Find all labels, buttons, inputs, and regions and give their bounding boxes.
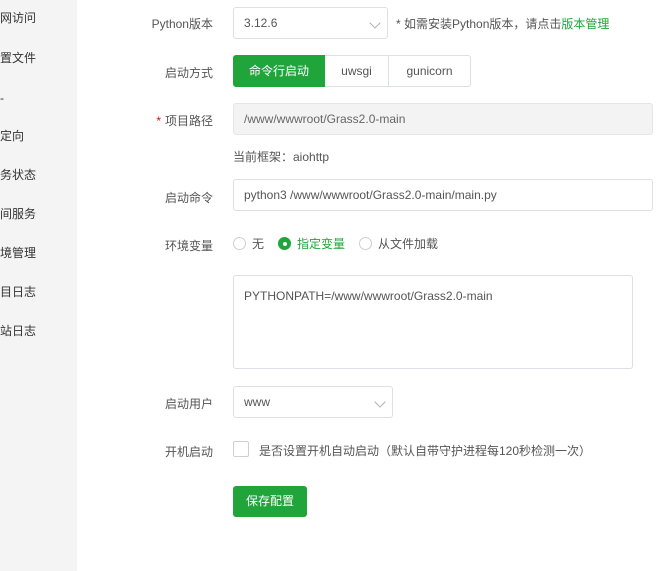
project-settings-panel: 网访问 置文件 - 定向 务状态 间服务 境管理 目日志 站日志 Python版…: [0, 0, 669, 571]
env-vars-radio-group: 无 指定变量 从文件加载: [233, 235, 452, 252]
env-none-radio[interactable]: 无: [233, 235, 264, 252]
version-management-link[interactable]: 版本管理: [561, 17, 609, 31]
radio-icon: [359, 237, 373, 250]
start-user-select[interactable]: www: [233, 386, 393, 418]
sidebar-item-services[interactable]: 间服务: [0, 204, 77, 224]
autostart-text: 是否设置开机自动启动（默认自带守护进程每120秒检测一次）: [259, 444, 592, 458]
start-user-value: www: [244, 395, 270, 409]
radio-checked-icon: [278, 237, 292, 250]
sidebar-item-site-log[interactable]: 站日志: [0, 321, 77, 341]
env-specified-label: 指定变量: [297, 237, 346, 251]
env-file-label: 从文件加载: [378, 237, 439, 251]
start-mode-group: 命令行启动 uwsgi gunicorn: [233, 55, 471, 87]
autostart-checkbox[interactable]: [233, 441, 249, 457]
start-mode-label: 启动方式: [164, 66, 213, 80]
sidebar-item-unknown[interactable]: -: [0, 88, 77, 108]
sidebar-item-env-management[interactable]: 境管理: [0, 243, 77, 263]
required-mark: *: [156, 114, 161, 128]
start-mode-gunicorn-button[interactable]: gunicorn: [389, 55, 471, 87]
project-path-input[interactable]: /www/wwwroot/Grass2.0-main: [233, 103, 653, 135]
chevron-down-icon: [374, 396, 386, 408]
sidebar: 网访问 置文件 - 定向 务状态 间服务 境管理 目日志 站日志: [0, 0, 77, 571]
python-version-value: 3.12.6: [244, 16, 278, 30]
env-file-radio[interactable]: 从文件加载: [359, 235, 438, 252]
save-config-button[interactable]: 保存配置: [233, 486, 307, 517]
python-version-select[interactable]: 3.12.6: [233, 7, 388, 39]
radio-icon: [233, 237, 246, 250]
start-command-input[interactable]: python3 /www/wwwroot/Grass2.0-main/main.…: [233, 179, 653, 211]
env-vars-label: 环境变量: [164, 239, 213, 253]
sidebar-item-project-log[interactable]: 目日志: [0, 282, 77, 302]
chevron-down-icon: [369, 17, 381, 29]
start-mode-cli-button[interactable]: 命令行启动: [233, 55, 325, 87]
env-vars-textarea[interactable]: PYTHONPATH=/www/wwwroot/Grass2.0-main: [233, 275, 633, 369]
autostart-label: 开机启动: [164, 445, 213, 459]
sidebar-item-service-status[interactable]: 务状态: [0, 165, 77, 185]
hint-text: * 如需安装Python版本，请点击: [396, 17, 562, 31]
env-none-label: 无: [252, 237, 265, 251]
start-mode-uwsgi-button[interactable]: uwsgi: [325, 55, 389, 87]
env-specified-radio[interactable]: 指定变量: [278, 235, 345, 252]
current-framework-text: 当前框架：aiohttp: [233, 150, 330, 164]
sidebar-item-external-access[interactable]: 网访问: [0, 8, 77, 28]
python-version-label: Python版本: [151, 17, 213, 31]
sidebar-item-config-file[interactable]: 置文件: [0, 48, 77, 68]
sidebar-item-redirect[interactable]: 定向: [0, 126, 77, 146]
project-path-label-wrap: * 项目路径: [156, 112, 213, 129]
start-user-label: 启动用户: [164, 397, 213, 411]
python-version-hint: * 如需安装Python版本，请点击版本管理: [396, 15, 609, 32]
project-path-label: 项目路径: [164, 114, 213, 128]
start-command-label: 启动命令: [164, 191, 213, 205]
